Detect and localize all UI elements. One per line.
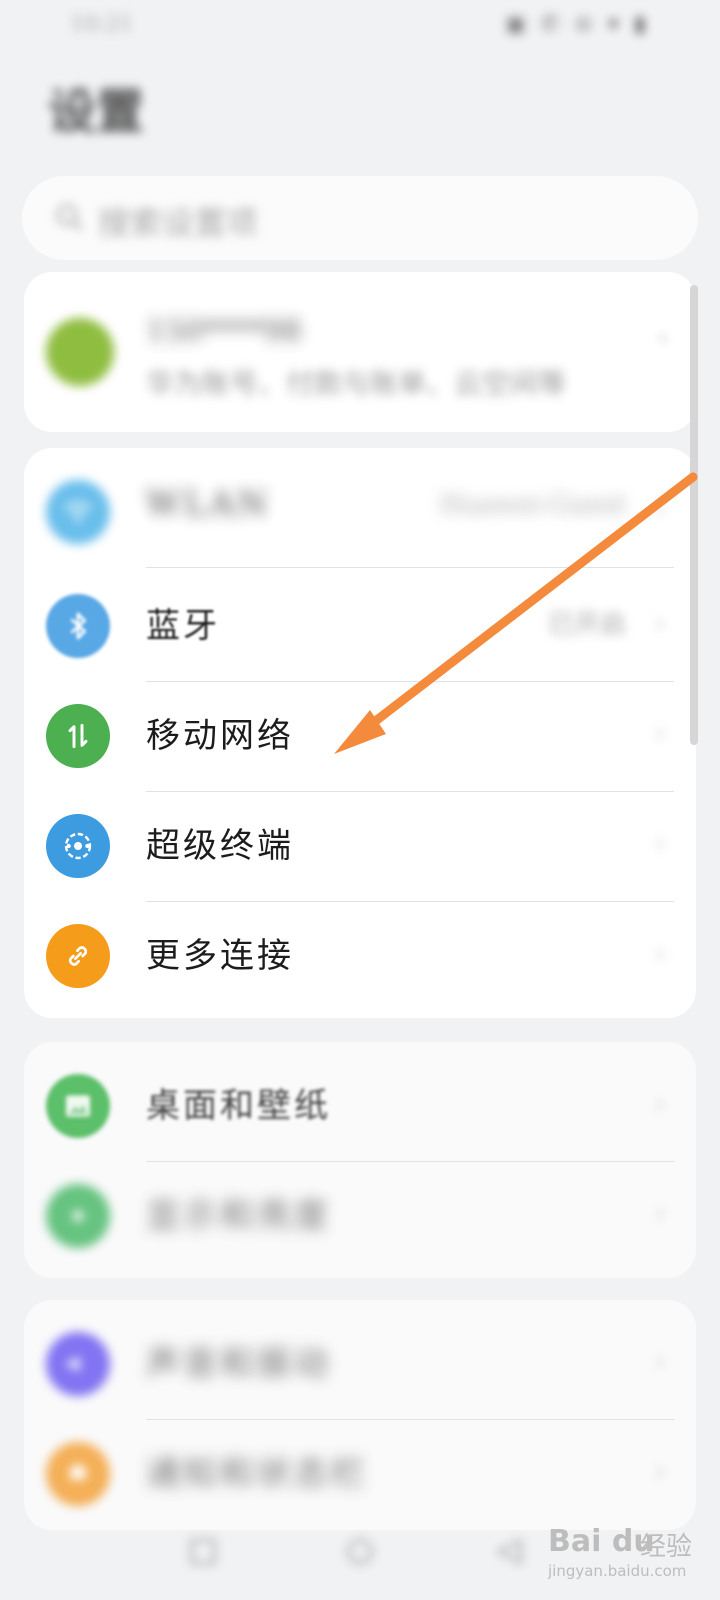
search-bar[interactable]: 搜索设置项 xyxy=(22,176,698,260)
watermark-url: jingyan.baidu.com xyxy=(548,1562,687,1580)
watermark-text: 经验 xyxy=(640,1532,693,1562)
chevron-right-icon: › xyxy=(654,606,666,641)
bluetooth-icon xyxy=(46,594,110,658)
super-device-icon xyxy=(46,814,110,878)
account-card[interactable]: 150****98 华为账号、付款与账单、云空间等 › xyxy=(24,272,696,432)
mobile-data-icon xyxy=(46,704,110,768)
image-icon xyxy=(46,1074,110,1138)
sound-icon xyxy=(46,1332,110,1396)
chevron-right-icon: › xyxy=(654,826,666,861)
link-icon xyxy=(46,924,110,988)
chevron-right-icon: › xyxy=(654,492,666,527)
chevron-right-icon: › xyxy=(654,1454,666,1489)
scrollbar[interactable] xyxy=(690,285,698,745)
settings-item-label: 声音和振动 xyxy=(146,1344,331,1384)
settings-item-sound[interactable]: 声音和振动 › xyxy=(24,1308,696,1420)
settings-item-value: 已开启 xyxy=(547,610,626,640)
search-placeholder: 搜索设置项 xyxy=(98,204,259,242)
sound-card: 声音和振动 › 通知和状态栏 › xyxy=(24,1300,696,1530)
settings-item-label: 桌面和壁纸 xyxy=(146,1086,331,1126)
settings-item-label: 通知和状态栏 xyxy=(146,1454,368,1494)
status-time: 10:21 xyxy=(70,12,134,37)
settings-item-label: 移动网络 xyxy=(146,716,294,756)
chevron-right-icon: › xyxy=(659,328,666,347)
status-bar: 10:21 ▣ ✆ ⊙ ▾ ▮ xyxy=(0,0,720,50)
settings-item-home-wallpaper[interactable]: 桌面和壁纸 › xyxy=(24,1050,696,1162)
page-title: 设置 xyxy=(48,84,145,140)
settings-item-label: WLAN xyxy=(146,484,270,524)
chevron-right-icon: › xyxy=(654,936,666,971)
divider xyxy=(146,567,674,568)
settings-item-label: 更多连接 xyxy=(146,936,294,976)
account-subtitle: 华为账号、付款与账单、云空间等 xyxy=(146,367,567,400)
avatar xyxy=(46,318,114,386)
brightness-icon xyxy=(46,1184,110,1248)
settings-item-bluetooth[interactable]: 蓝牙 已开启 › xyxy=(24,570,696,682)
settings-item-super-device[interactable]: 超级终端 › xyxy=(24,790,696,902)
account-name: 150****98 xyxy=(146,314,302,349)
settings-item-label: 蓝牙 xyxy=(146,606,220,646)
chevron-right-icon: › xyxy=(654,716,666,751)
settings-item-display-brightness[interactable]: 显示和亮度 › xyxy=(24,1160,696,1272)
watermark: Bai du 经验 jingyan.baidu.com xyxy=(548,1524,718,1584)
chevron-right-icon: › xyxy=(654,1344,666,1379)
status-icons: ▣ ✆ ⊙ ▾ ▮ xyxy=(505,12,650,37)
settings-item-mobile-network[interactable]: 移动网络 › xyxy=(24,680,696,792)
back-button[interactable]: ◁ xyxy=(486,1526,532,1572)
settings-item-value: Huawei-Guest xyxy=(439,490,626,520)
settings-item-more-connections[interactable]: 更多连接 › xyxy=(24,900,696,1012)
connectivity-card: WLAN Huawei-Guest › 蓝牙 已开启 › 移动网络 › 超级终端… xyxy=(24,448,696,1018)
settings-item-wlan[interactable]: WLAN Huawei-Guest › xyxy=(24,456,696,568)
settings-item-label: 超级终端 xyxy=(146,826,294,866)
wifi-icon xyxy=(46,480,110,544)
chevron-right-icon: › xyxy=(654,1196,666,1231)
notification-icon xyxy=(46,1442,110,1506)
chevron-right-icon: › xyxy=(654,1086,666,1121)
watermark-logo: Bai du xyxy=(548,1524,655,1559)
search-icon xyxy=(56,204,84,232)
display-card: 桌面和壁纸 › 显示和亮度 › xyxy=(24,1042,696,1278)
settings-item-label: 显示和亮度 xyxy=(146,1196,331,1236)
recent-apps-button[interactable]: □ xyxy=(180,1526,226,1572)
home-button[interactable]: ○ xyxy=(337,1526,383,1572)
